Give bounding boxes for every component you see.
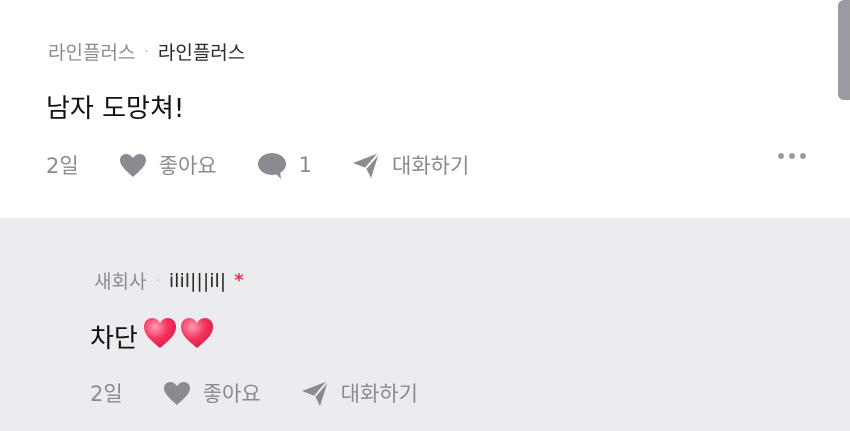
more-dot [800, 153, 806, 159]
speech-bubble-icon [257, 152, 287, 179]
heart-icon [163, 381, 191, 406]
reply-card: 새회사 · ilil|||il| * 차단 2일 좋아요 대화하기 [0, 218, 850, 431]
author-mark: * [234, 270, 244, 291]
comment-count: 1 [298, 153, 313, 177]
like-button[interactable]: 좋아요 [163, 378, 261, 408]
post-author-meta: 라인플러스 · 라인플러스 [48, 38, 245, 65]
post-card: 라인플러스 · 라인플러스 남자 도망쳐! 2일 좋아요 1 대화하기 [0, 0, 850, 218]
more-dots-icon[interactable] [778, 153, 806, 159]
reply-label: 대화하기 [340, 382, 418, 406]
reply-author-nickname[interactable]: ilil|||il| [169, 270, 226, 292]
reply-actions: 2일 좋아요 대화하기 [90, 378, 458, 408]
scrollbar[interactable] [838, 0, 850, 100]
post-author-nickname[interactable]: 라인플러스 [158, 38, 245, 65]
meta-separator: · [144, 43, 149, 60]
more-dot [778, 153, 784, 159]
post-author-company[interactable]: 라인플러스 [48, 38, 135, 65]
paper-plane-icon [352, 151, 380, 179]
reply-label: 대화하기 [392, 154, 470, 178]
comment-button[interactable]: 1 [257, 152, 312, 179]
reply-time: 2일 [90, 382, 123, 406]
post-time: 2일 [46, 154, 79, 178]
reply-content: 차단 [90, 316, 215, 357]
more-dot [789, 153, 795, 159]
reply-author-meta: 새회사 · ilil|||il| * [94, 267, 244, 294]
heart-icon [119, 153, 147, 178]
reply-button[interactable]: 대화하기 [301, 378, 418, 408]
heart-emoji [142, 316, 178, 357]
post-actions: 2일 좋아요 1 대화하기 [46, 150, 509, 180]
like-label: 좋아요 [202, 382, 261, 406]
heart-emoji [179, 316, 215, 357]
reply-button[interactable]: 대화하기 [352, 150, 469, 180]
reply-text: 차단 [90, 324, 138, 354]
meta-separator: · [155, 272, 160, 289]
reply-author-company[interactable]: 새회사 [94, 267, 146, 294]
post-content: 남자 도망쳐! [46, 94, 185, 124]
paper-plane-icon [301, 379, 329, 407]
like-label: 좋아요 [158, 154, 217, 178]
like-button[interactable]: 좋아요 [119, 150, 217, 180]
